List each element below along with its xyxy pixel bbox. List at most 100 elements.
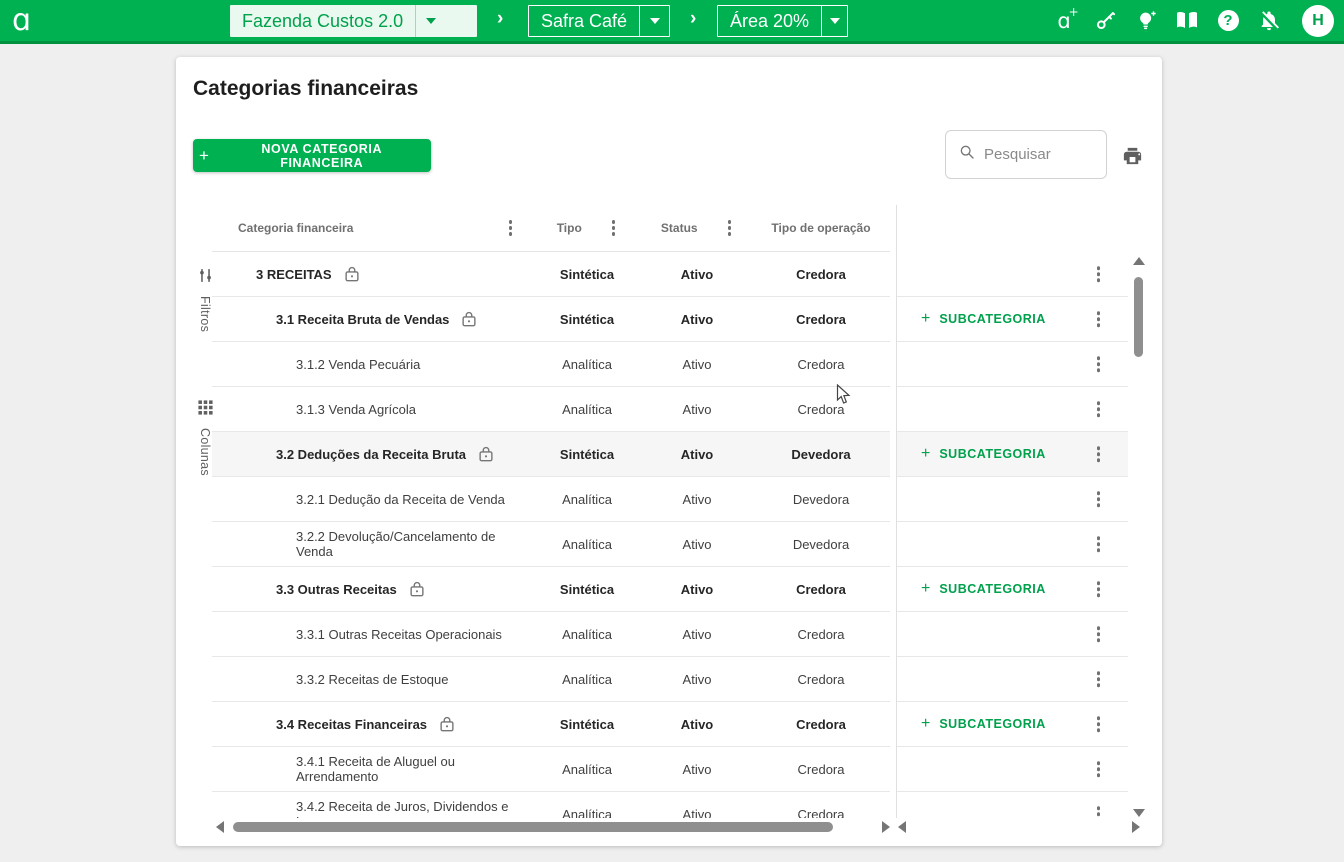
- horizontal-scrollbar-actions: [898, 819, 1140, 835]
- category-cell: 3 RECEITAS: [212, 266, 532, 282]
- category-label: 3 RECEITAS: [256, 267, 332, 282]
- table-header-row: Categoria financeiraTipoStatusTipo de op…: [212, 205, 890, 252]
- plus-icon: +: [921, 445, 930, 463]
- status-cell: Ativo: [642, 627, 752, 642]
- plus-icon: +: [199, 146, 210, 166]
- add-subcategory-button[interactable]: +SUBCATEGORIA: [915, 441, 1052, 467]
- operation-type-cell: Credora: [752, 312, 890, 327]
- row-menu-icon[interactable]: [1095, 489, 1103, 509]
- column-menu-icon[interactable]: [507, 218, 515, 238]
- vertical-scroll-thumb[interactable]: [1134, 277, 1143, 357]
- row-menu-icon[interactable]: [1095, 579, 1103, 599]
- category-cell: 3.3.1 Outras Receitas Operacionais: [212, 627, 532, 642]
- column-menu-icon[interactable]: [726, 218, 734, 238]
- status-cell: Ativo: [642, 357, 752, 372]
- category-cell: 3.1 Receita Bruta de Vendas: [212, 311, 532, 327]
- row-menu-icon[interactable]: [1095, 444, 1103, 464]
- row-menu-icon[interactable]: [1095, 804, 1103, 818]
- row-menu-icon[interactable]: [1095, 759, 1103, 779]
- user-avatar[interactable]: H: [1302, 5, 1334, 37]
- row-menu-icon[interactable]: [1095, 264, 1103, 284]
- key-icon[interactable]: [1093, 9, 1117, 33]
- category-cell: 3.4.1 Receita de Aluguel ou Arrendamento: [212, 754, 532, 784]
- add-subcategory-button[interactable]: +SUBCATEGORIA: [915, 306, 1052, 332]
- table-row[interactable]: 3.1.3 Venda AgrícolaAnalíticaAtivoCredor…: [212, 387, 890, 432]
- status-cell: Ativo: [642, 672, 752, 687]
- scroll-right-arrow[interactable]: [882, 821, 890, 833]
- breadcrumb-farm-dropdown[interactable]: Fazenda Custos 2.0: [230, 5, 477, 37]
- scroll-up-arrow[interactable]: [1133, 257, 1145, 265]
- scroll-left-arrow[interactable]: [216, 821, 224, 833]
- status-cell: Ativo: [642, 807, 752, 819]
- app-bar: ɑ Fazenda Custos 2.0 › Safra Café › Área…: [0, 0, 1344, 44]
- operation-type-cell: Credora: [752, 582, 890, 597]
- help-icon[interactable]: ?: [1216, 9, 1240, 33]
- search-input[interactable]: [982, 145, 1096, 164]
- chevron-down-icon[interactable]: [639, 6, 669, 36]
- row-actions: [897, 477, 1128, 522]
- scroll-left-arrow[interactable]: [898, 821, 906, 833]
- breadcrumb-area-dropdown[interactable]: Área 20%: [717, 5, 848, 37]
- breadcrumb-season-dropdown[interactable]: Safra Café: [528, 5, 670, 37]
- notifications-off-icon[interactable]: [1257, 9, 1281, 33]
- add-subcategory-button[interactable]: +SUBCATEGORIA: [915, 576, 1052, 602]
- table-body: 3 RECEITASSintéticaAtivoCredora3.1 Recei…: [212, 252, 890, 818]
- add-subcategory-button[interactable]: +SUBCATEGORIA: [915, 711, 1052, 737]
- add-account-icon[interactable]: ɑ+: [1052, 9, 1076, 33]
- filter-icon: [197, 267, 214, 289]
- scroll-down-arrow[interactable]: [1133, 809, 1145, 817]
- status-cell: Ativo: [642, 492, 752, 507]
- table-row[interactable]: 3.2 Deduções da Receita BrutaSintéticaAt…: [212, 432, 890, 477]
- table-row[interactable]: 3.2.2 Devolução/Cancelamento de VendaAna…: [212, 522, 890, 567]
- row-menu-icon[interactable]: [1095, 624, 1103, 644]
- type-cell: Analítica: [532, 627, 642, 642]
- status-cell: Ativo: [642, 447, 752, 462]
- type-cell: Sintética: [532, 447, 642, 462]
- breadcrumb-season-label: Safra Café: [529, 6, 639, 36]
- column-header: Categoria financeira: [212, 221, 532, 235]
- row-menu-icon[interactable]: [1095, 354, 1103, 374]
- vertical-scrollbar: [1131, 257, 1147, 817]
- new-financial-category-button[interactable]: + NOVA CATEGORIA FINANCEIRA: [193, 139, 431, 172]
- lock-icon: [440, 716, 454, 732]
- plus-icon: +: [921, 580, 930, 598]
- page-title: Categorias financeiras: [193, 77, 418, 101]
- status-cell: Ativo: [642, 537, 752, 552]
- column-menu-icon[interactable]: [610, 218, 618, 238]
- table-row[interactable]: 3.4.1 Receita de Aluguel ou Arrendamento…: [212, 747, 890, 792]
- category-label: 3.1.2 Venda Pecuária: [296, 357, 420, 372]
- table-row[interactable]: 3.3 Outras ReceitasSintéticaAtivoCredora: [212, 567, 890, 612]
- row-actions: +SUBCATEGORIA: [897, 432, 1128, 477]
- table-row[interactable]: 3.1.2 Venda PecuáriaAnalíticaAtivoCredor…: [212, 342, 890, 387]
- horizontal-scroll-thumb[interactable]: [233, 822, 833, 832]
- chevron-down-icon[interactable]: [415, 5, 446, 37]
- category-cell: 3.2 Deduções da Receita Bruta: [212, 446, 532, 462]
- row-menu-icon[interactable]: [1095, 309, 1103, 329]
- row-actions: [897, 522, 1128, 567]
- type-cell: Analítica: [532, 537, 642, 552]
- scroll-right-arrow[interactable]: [1132, 821, 1140, 833]
- table-row[interactable]: 3.3.2 Receitas de EstoqueAnalíticaAtivoC…: [212, 657, 890, 702]
- knowledge-book-icon[interactable]: [1175, 9, 1199, 33]
- table-row[interactable]: 3.4 Receitas FinanceirasSintéticaAtivoCr…: [212, 702, 890, 747]
- row-actions: [897, 252, 1128, 297]
- print-icon[interactable]: [1120, 145, 1145, 173]
- table-row[interactable]: 3.2.1 Dedução da Receita de VendaAnalíti…: [212, 477, 890, 522]
- table-row[interactable]: 3.4.2 Receita de Juros, Dividendos e Luc…: [212, 792, 890, 818]
- plus-icon: +: [921, 310, 930, 328]
- table-row[interactable]: 3 RECEITASSintéticaAtivoCredora: [212, 252, 890, 297]
- row-menu-icon[interactable]: [1095, 399, 1103, 419]
- operation-type-cell: Credora: [752, 627, 890, 642]
- row-menu-icon[interactable]: [1095, 714, 1103, 734]
- category-cell: 3.3.2 Receitas de Estoque: [212, 672, 532, 687]
- table-row[interactable]: 3.3.1 Outras Receitas OperacionaisAnalít…: [212, 612, 890, 657]
- chevron-down-icon[interactable]: [821, 6, 847, 36]
- status-cell: Ativo: [642, 717, 752, 732]
- table-row[interactable]: 3.1 Receita Bruta de VendasSintéticaAtiv…: [212, 297, 890, 342]
- row-menu-icon[interactable]: [1095, 534, 1103, 554]
- row-menu-icon[interactable]: [1095, 669, 1103, 689]
- suggestions-icon[interactable]: [1134, 9, 1158, 33]
- content-card: Categorias financeiras + NOVA CATEGORIA …: [176, 57, 1162, 846]
- category-label: 3.4.2 Receita de Juros, Dividendos e Luc…: [296, 799, 532, 818]
- app-logo-icon[interactable]: ɑ: [12, 1, 31, 41]
